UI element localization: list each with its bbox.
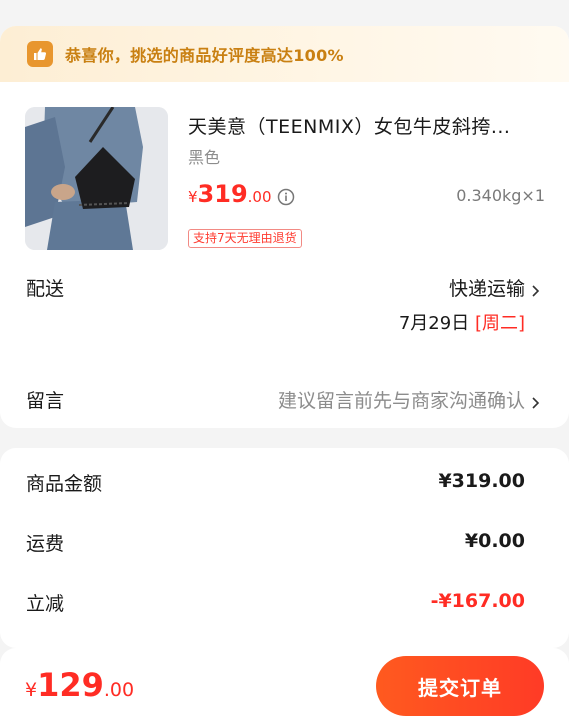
delivery-label: 配送 [26,278,65,300]
delivery-date-text: 7月29日 [398,313,470,334]
product-image[interactable] [25,107,168,250]
thumbs-up-icon [27,41,53,67]
goods-amount-value: ¥319.00 [438,470,525,492]
delivery-method: 快递运输 [448,278,525,300]
delivery-date: 7月29日 [周二] [399,309,525,335]
discount-label: 立减 [26,593,65,615]
product-spec: 黑色 [188,148,221,167]
submit-order-button[interactable]: 提交订单 [376,656,544,716]
order-item-card: 恭喜你，挑选的商品好评度高达100% 天美意（TEENMIX）女包牛皮斜挎...… [0,26,569,428]
shipping-label: 运费 [26,533,65,555]
total-integer: 129 [37,666,104,704]
rating-banner: 恭喜你，挑选的商品好评度高达100% [0,26,569,82]
price-summary-card: 商品金额 ¥319.00 运费 ¥0.00 立减 -¥167.00 [0,448,569,648]
message-input[interactable]: 建议留言前先与商家沟通确认 [278,386,541,413]
return-policy-badge: 支持7天无理由退货 [188,229,302,248]
price-symbol: ¥ [188,188,198,206]
message-placeholder: 建议留言前先与商家沟通确认 [277,390,525,412]
total-decimal: .00 [103,679,135,701]
shipping-value: ¥0.00 [464,530,525,552]
price-decimal: .00 [247,188,272,206]
product-title[interactable]: 天美意（TEENMIX）女包牛皮斜挎... [188,112,548,139]
info-circle-icon[interactable] [277,188,295,206]
product-price: ¥ 319 .00 [188,180,272,208]
total-price: ¥ 129 .00 [25,666,134,704]
discount-value: -¥167.00 [430,590,525,612]
price-integer: 319 [197,180,248,208]
weight-quantity: 0.340kg×1 [456,186,545,205]
delivery-weekday: [周二] [474,313,525,334]
goods-amount-label: 商品金额 [26,473,103,495]
chevron-right-icon [531,281,541,297]
message-label: 留言 [26,390,65,412]
chevron-right-icon [531,393,541,409]
checkout-bar: ¥ 129 .00 提交订单 [0,648,569,717]
delivery-method-selector[interactable]: 快递运输 [449,274,541,301]
total-symbol: ¥ [25,679,38,701]
rating-banner-text: 恭喜你，挑选的商品好评度高达100% [65,46,344,65]
